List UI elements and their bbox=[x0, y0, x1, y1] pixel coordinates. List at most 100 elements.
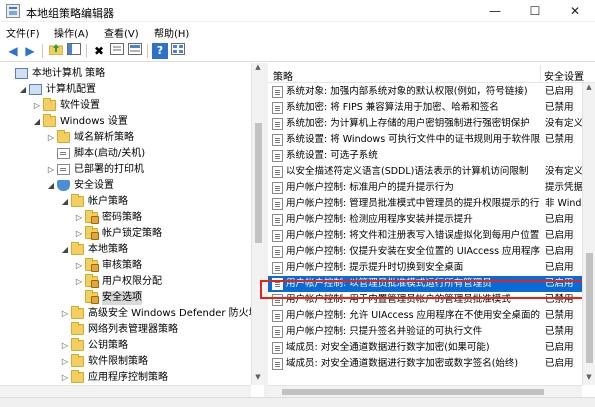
folder-icon bbox=[71, 242, 84, 255]
tree-item[interactable]: 脚本(启动/关机) bbox=[0, 146, 252, 162]
collapse-arrow-icon[interactable]: ▷ bbox=[60, 306, 70, 322]
expand-arrow-icon[interactable]: ◢ bbox=[60, 242, 70, 258]
close-button[interactable]: ✕ bbox=[555, 0, 595, 22]
policy-setting-icon bbox=[272, 230, 283, 242]
scroll-down-arrow-icon[interactable]: ▼ bbox=[583, 373, 595, 381]
scroll-down-arrow-icon[interactable]: ▼ bbox=[252, 373, 264, 381]
tree-item[interactable]: ▷ 用户权限分配 bbox=[0, 274, 252, 290]
collapse-arrow-icon[interactable]: ▷ bbox=[46, 130, 56, 146]
tree-item[interactable]: ◢ 安全设置 bbox=[0, 178, 252, 194]
tree-item[interactable]: ▷ 审核策略 bbox=[0, 258, 252, 274]
tree-item[interactable]: ▷ 软件设置 bbox=[0, 98, 252, 114]
policy-row[interactable]: 系统加密: 为计算机上存储的用户密钥强制进行强密钥保护 没有定义 bbox=[268, 116, 595, 132]
menu-file[interactable]: 文件(F) bbox=[6, 25, 40, 40]
maximize-button[interactable]: ☐ bbox=[515, 0, 555, 22]
policy-row[interactable]: 用户帐户控制: 标准用户的提升提示行为 提示凭据 bbox=[268, 180, 595, 196]
tree-item[interactable]: ▷ 公钥策略 bbox=[0, 338, 252, 354]
column-divider[interactable] bbox=[540, 65, 541, 81]
collapse-arrow-icon[interactable]: ▷ bbox=[60, 354, 70, 370]
tree-item[interactable]: 本地计算机 策略 bbox=[0, 66, 252, 82]
tree-item[interactable]: ▷ 帐户锁定策略 bbox=[0, 226, 252, 242]
expand-arrow-icon[interactable]: ◢ bbox=[32, 114, 42, 130]
tree-vertical-scrollbar[interactable]: ▲ ▼ bbox=[251, 63, 264, 385]
policy-vertical-scrollbar[interactable]: ▲ ▼ bbox=[582, 83, 595, 385]
scroll-up-arrow-icon[interactable]: ▲ bbox=[583, 83, 595, 91]
tree-item[interactable]: ▷ 软件限制策略 bbox=[0, 354, 252, 370]
tree-item[interactable]: ◢ 帐户策略 bbox=[0, 194, 252, 210]
menu-view[interactable]: 查看(V) bbox=[104, 25, 139, 40]
policy-name: 用户帐户控制: 检测应用程序安装并提示提升 bbox=[286, 214, 473, 225]
policy-row[interactable]: 系统加密: 将 FIPS 兼容算法用于加密、哈希和签名 已禁用 bbox=[268, 100, 595, 116]
minimize-button[interactable]: — bbox=[475, 0, 515, 22]
export-list-icon[interactable] bbox=[127, 43, 143, 59]
folder-icon bbox=[57, 130, 70, 143]
scroll-up-arrow-icon[interactable]: ▲ bbox=[252, 63, 264, 71]
help-icon[interactable]: ? bbox=[152, 43, 168, 59]
policy-row[interactable]: 域成员: 对安全通道数据进行数字加密(如果可能) 已启用 bbox=[268, 340, 595, 356]
view-icon[interactable] bbox=[170, 43, 186, 59]
collapse-arrow-icon[interactable]: ▷ bbox=[60, 338, 70, 354]
policy-folder-icon bbox=[85, 290, 99, 304]
tree-item[interactable]: ◢ 计算机配置 bbox=[0, 82, 252, 98]
policy-row[interactable]: 用户帐户控制: 只提升签名并验证的可执行文件 已禁用 bbox=[268, 324, 595, 340]
policy-row[interactable]: 用户帐户控制: 检测应用程序安装并提示提升 已启用 bbox=[268, 212, 595, 228]
tree-item-label: 帐户锁定策略 bbox=[102, 228, 162, 239]
policy-setting-icon bbox=[272, 166, 283, 178]
column-header-security-setting[interactable]: 安全设置 bbox=[544, 68, 584, 83]
policy-row[interactable]: 用户帐户控制: 管理员批准模式中管理员的提升权限提示的行为非 Windows bbox=[268, 196, 595, 212]
policy-row[interactable]: 系统对象: 加强内部系统对象的默认权限(例如，符号链接) 已启用 bbox=[268, 84, 595, 100]
policy-name: 系统加密: 为计算机上存储的用户密钥强制进行强密钥保护 bbox=[286, 118, 530, 129]
tree-item[interactable]: ▷ 域名解析策略 bbox=[0, 130, 252, 146]
tree-item[interactable]: ◢ Windows 设置 bbox=[0, 114, 252, 130]
tree-item[interactable]: 安全选项 bbox=[0, 290, 252, 306]
policy-row[interactable]: 用户帐户控制: 用于内置管理员帐户的管理员批准模式 已禁用 bbox=[268, 292, 595, 308]
collapse-arrow-icon[interactable]: ▷ bbox=[60, 370, 70, 386]
tree-horizontal-scrollbar[interactable] bbox=[0, 385, 251, 397]
policy-row[interactable]: 域成员: 对安全通道数据进行数字加密或数字签名(始终) 已启用 bbox=[268, 356, 595, 372]
properties-icon[interactable] bbox=[109, 43, 125, 59]
tree-item-label: 本地策略 bbox=[88, 244, 128, 255]
collapse-arrow-icon[interactable]: ▷ bbox=[74, 210, 84, 226]
back-icon[interactable]: ◀ bbox=[5, 43, 21, 59]
menu-help[interactable]: 帮助(H) bbox=[154, 25, 189, 40]
policy-row[interactable]: 系统设置: 将 Windows 可执行文件中的证书规则用于软件限制策略已禁用 bbox=[268, 132, 595, 148]
delete-icon[interactable]: ✖ bbox=[91, 43, 107, 59]
forward-icon[interactable]: ▶ bbox=[22, 43, 38, 59]
up-folder-icon[interactable] bbox=[48, 43, 64, 59]
collapse-arrow-icon[interactable]: ▷ bbox=[46, 162, 56, 178]
policy-row[interactable]: 用户帐户控制: 提示提升时切换到安全桌面 已启用 bbox=[268, 260, 595, 276]
scroll-thumb[interactable] bbox=[255, 123, 262, 243]
scroll-thumb[interactable] bbox=[586, 253, 593, 363]
collapse-arrow-icon[interactable]: ▷ bbox=[74, 258, 84, 274]
policy-name: 用户帐户控制: 提示提升时切换到安全桌面 bbox=[286, 262, 464, 273]
tree-item-label: 软件设置 bbox=[60, 100, 100, 111]
collapse-arrow-icon[interactable]: ▷ bbox=[74, 274, 84, 290]
policy-setting-icon bbox=[272, 150, 283, 162]
console-tree[interactable]: 本地计算机 策略 ◢ 计算机配置 ▷ 软件设置 ◢ Windows 设置 ▷ 域名解析策略 脚本(… bbox=[0, 63, 264, 397]
tree-item[interactable]: ▷ 高级安全 Windows Defender 防火墙 bbox=[0, 306, 259, 322]
collapse-arrow-icon[interactable]: ▷ bbox=[32, 98, 42, 114]
expand-arrow-icon[interactable]: ◢ bbox=[60, 194, 70, 210]
policy-row[interactable]: 系统设置: 可选子系统 bbox=[268, 148, 595, 164]
scroll-thumb[interactable] bbox=[282, 389, 544, 395]
policy-row[interactable]: 以安全描述符定义语言(SDDL)语法表示的计算机访问限制 没有定义 bbox=[268, 164, 595, 180]
policy-row[interactable]: 用户帐户控制: 允许 UIAccess 应用程序在不使用安全桌面的情况下提示提升… bbox=[268, 308, 595, 324]
policy-row-selected[interactable]: 用户帐户控制: 以管理员批准模式运行所有管理员 已启用 bbox=[268, 276, 595, 292]
show-hide-tree-icon[interactable] bbox=[66, 43, 82, 59]
column-header-policy[interactable]: 策略 bbox=[273, 68, 293, 83]
policy-row[interactable]: 用户帐户控制: 仅提升安装在安全位置的 UIAccess 应用程序 已启用 bbox=[268, 244, 595, 260]
expand-arrow-icon[interactable]: ◢ bbox=[18, 82, 28, 98]
policy-horizontal-scrollbar[interactable] bbox=[268, 385, 582, 397]
policy-row[interactable]: 用户帐户控制: 将文件和注册表写入错误虚拟化到每用户位置 已启用 bbox=[268, 228, 595, 244]
tree-item[interactable]: 网络列表管理器策略 bbox=[0, 322, 252, 338]
tree-item[interactable]: ▷ 密码策略 bbox=[0, 210, 252, 226]
tree-item[interactable]: ▷ 已部署的打印机 bbox=[0, 162, 252, 178]
collapse-arrow-icon[interactable]: ▷ bbox=[74, 226, 84, 242]
tree-item-label: 公钥策略 bbox=[88, 340, 128, 351]
menu-action[interactable]: 操作(A) bbox=[54, 25, 89, 40]
tree-item-label: Windows 设置 bbox=[60, 116, 128, 127]
tree-item[interactable]: ▷ 应用程序控制策略 bbox=[0, 370, 252, 386]
tree-item[interactable]: ◢ 本地策略 bbox=[0, 242, 252, 258]
expand-arrow-icon[interactable]: ◢ bbox=[46, 178, 56, 194]
